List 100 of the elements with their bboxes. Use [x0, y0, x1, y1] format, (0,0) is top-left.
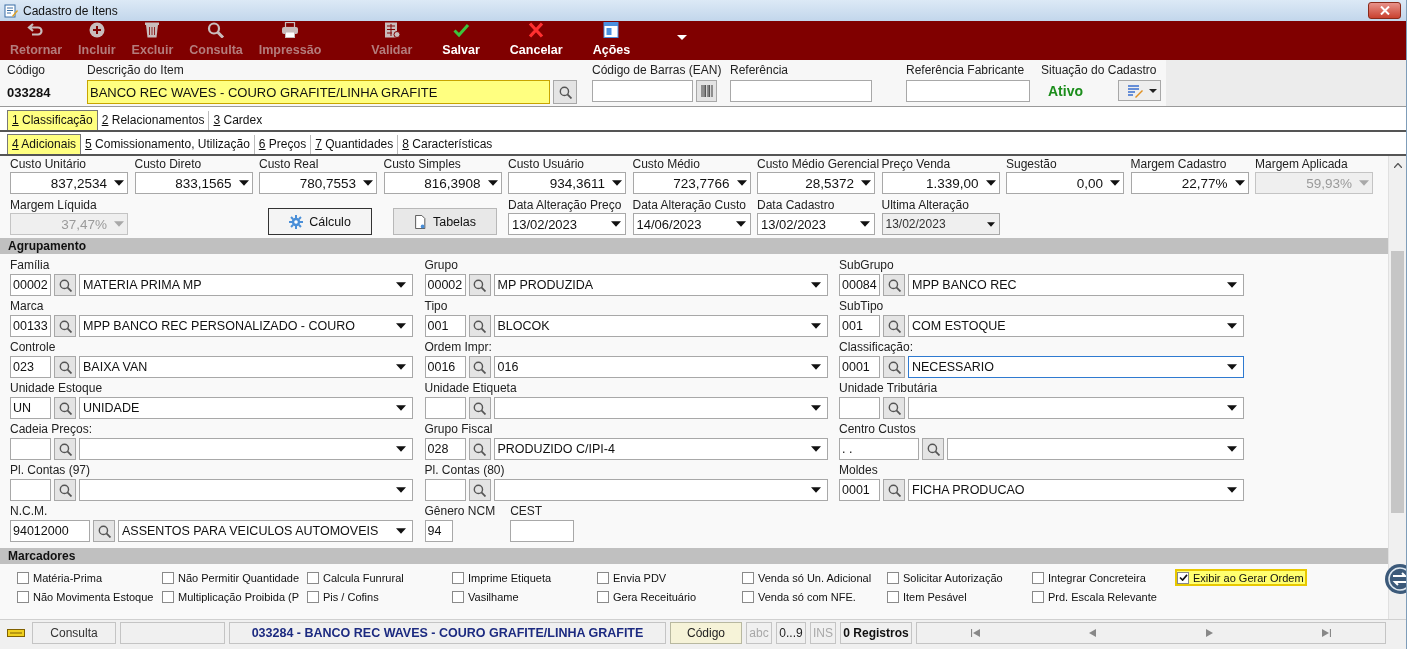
select-field[interactable] [79, 479, 413, 501]
tab[interactable]: 3 Cardex [208, 111, 267, 130]
tab[interactable]: 6 Preços [253, 135, 311, 154]
select-field[interactable] [947, 438, 1244, 460]
code-field[interactable]: 001 [839, 315, 880, 337]
tab[interactable]: 7 Quantidades [310, 135, 398, 154]
search-button[interactable] [54, 315, 76, 337]
search-button[interactable] [468, 397, 491, 419]
barcode-button[interactable] [696, 80, 717, 102]
code-field[interactable]: 00002 [424, 274, 466, 296]
checkbox-option[interactable]: Prd. Escala Relevante [1030, 588, 1160, 605]
price-field[interactable]: 837,2534 [10, 172, 128, 194]
sort-button[interactable]: Código [670, 622, 742, 644]
select-field[interactable] [908, 397, 1244, 419]
checkbox[interactable] [597, 571, 609, 584]
search-button[interactable] [54, 274, 76, 296]
calculate-button[interactable]: Cálculo [268, 208, 372, 235]
checkbox-option[interactable]: Item Pesável [885, 588, 970, 605]
checkbox-option[interactable]: Pis / Cofins [305, 588, 382, 605]
search-button[interactable] [93, 520, 115, 542]
code-field[interactable]: 0001 [839, 479, 880, 501]
text-field[interactable]: 94 [424, 520, 453, 542]
select-field[interactable]: FICHA PRODUCAO [908, 479, 1244, 501]
search-button[interactable] [54, 479, 76, 501]
checkbox-option[interactable]: Não Movimenta Estoque [15, 588, 157, 605]
save-button[interactable]: Salvar [437, 21, 485, 60]
code-field[interactable]: 0001 [839, 356, 880, 378]
search-button[interactable] [54, 356, 76, 378]
select-field[interactable] [493, 479, 828, 501]
select-field[interactable]: MATERIA PRIMA MP [79, 274, 413, 296]
checkbox[interactable] [887, 571, 899, 584]
code-field[interactable]: 00133 [10, 315, 51, 337]
select-field[interactable] [493, 397, 828, 419]
tab[interactable]: 1 Classificação [7, 110, 98, 130]
select-field[interactable]: MP PRODUZIDA [493, 274, 828, 296]
search-button[interactable] [553, 80, 577, 104]
code-field[interactable]: 94012000 [10, 520, 90, 542]
checkbox[interactable] [1032, 571, 1044, 584]
code-field[interactable]: 00084 [839, 274, 880, 296]
tab[interactable]: 2 Relacionamentos [97, 111, 209, 130]
select-field[interactable]: MPP BANCO REC PERSONALIZADO - COURO [79, 315, 413, 337]
search-button[interactable] [468, 315, 491, 337]
search-button[interactable] [883, 397, 905, 419]
price-field[interactable]: 934,3611 [508, 172, 626, 194]
tables-button[interactable]: Tabelas [392, 208, 497, 235]
select-field[interactable]: MPP BANCO REC [908, 274, 1244, 296]
circle-arrows-icon[interactable] [1384, 563, 1406, 595]
search-button[interactable] [922, 438, 944, 460]
checkbox-option[interactable]: Gera Receituário [595, 588, 700, 605]
checkbox[interactable] [162, 590, 174, 603]
date-field[interactable]: 13/02/2023 [508, 213, 626, 235]
search-button[interactable] [468, 274, 491, 296]
search-button[interactable] [883, 479, 905, 501]
search-button[interactable] [468, 438, 491, 460]
price-field[interactable]: 723,7766 [632, 172, 751, 194]
select-field[interactable]: ASSENTOS PARA VEICULOS AUTOMOVEIS [118, 520, 413, 542]
checkbox[interactable] [742, 571, 754, 584]
code-field[interactable] [839, 397, 880, 419]
price-field[interactable]: 833,1565 [134, 172, 253, 194]
tab[interactable]: 5 Comissionamento, Utilização [81, 135, 254, 154]
cancel-button[interactable]: Cancelar [504, 21, 568, 60]
select-field[interactable]: NECESSARIO [908, 356, 1244, 378]
checkbox-option[interactable]: Solicitar Autorização [885, 569, 1006, 586]
search-button[interactable] [883, 274, 905, 296]
price-field[interactable]: 22,77% [1130, 172, 1249, 194]
close-button[interactable] [1368, 2, 1401, 19]
price-field[interactable]: 780,7553 [259, 172, 377, 194]
checkbox[interactable] [452, 571, 464, 584]
date-field[interactable]: 14/06/2023 [632, 213, 751, 235]
checkbox-option[interactable]: Integrar Concreteira [1030, 569, 1149, 586]
code-field[interactable]: 028 [424, 438, 466, 460]
barcode-field[interactable] [592, 80, 693, 102]
code-field[interactable]: 023 [10, 356, 51, 378]
checkbox[interactable] [17, 571, 29, 584]
code-field[interactable] [10, 438, 51, 460]
tab[interactable]: 8 Características [397, 135, 497, 154]
code-field[interactable]: 0016 [424, 356, 466, 378]
search-button[interactable] [54, 397, 76, 419]
actions-button[interactable]: Ações [587, 21, 636, 60]
text-field[interactable] [510, 520, 575, 542]
description-field[interactable]: BANCO REC WAVES - COURO GRAFITE/LINHA GRAFITE [87, 80, 550, 104]
checkbox[interactable] [452, 590, 464, 603]
search-button[interactable] [468, 479, 491, 501]
status-dropdown-button[interactable] [1118, 80, 1161, 101]
reference-field[interactable] [730, 80, 872, 102]
code-field[interactable]: . . [839, 438, 919, 460]
checkbox-option[interactable]: Calcula Funrural [305, 569, 407, 586]
checkbox[interactable] [162, 571, 174, 584]
checkbox[interactable] [307, 590, 319, 603]
checkbox-option[interactable]: Multiplicação Proibida (P [160, 588, 303, 605]
checkbox[interactable] [742, 590, 754, 603]
checkbox-option[interactable]: Venda só com NFE. [740, 588, 859, 605]
search-button[interactable] [883, 356, 905, 378]
select-field[interactable]: UNIDADE [79, 397, 413, 419]
select-field[interactable]: PRODUZIDO C/IPI-4 [493, 438, 828, 460]
manufacturer-reference-field[interactable] [906, 80, 1030, 102]
checkbox[interactable] [1177, 571, 1189, 584]
code-field[interactable] [424, 397, 466, 419]
price-field[interactable]: 816,3908 [383, 172, 502, 194]
search-button[interactable] [54, 438, 76, 460]
